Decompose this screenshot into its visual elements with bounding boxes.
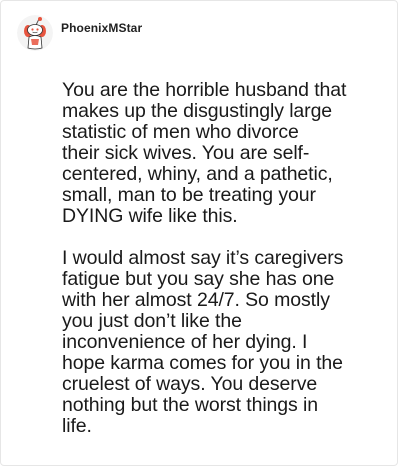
comment-card: PhoenixMStar You are the horrible husban… (0, 0, 398, 466)
comment-header: PhoenixMStar (17, 13, 142, 53)
comment-paragraph-2: I would almost say it’s caregivers fatig… (62, 247, 344, 437)
comment-paragraph-1: You are the horrible husband that makes … (62, 79, 347, 227)
comment-body: You are the horrible husband that makes … (62, 80, 392, 437)
user-avatar-icon[interactable] (17, 15, 53, 51)
username[interactable]: PhoenixMStar (61, 21, 142, 35)
